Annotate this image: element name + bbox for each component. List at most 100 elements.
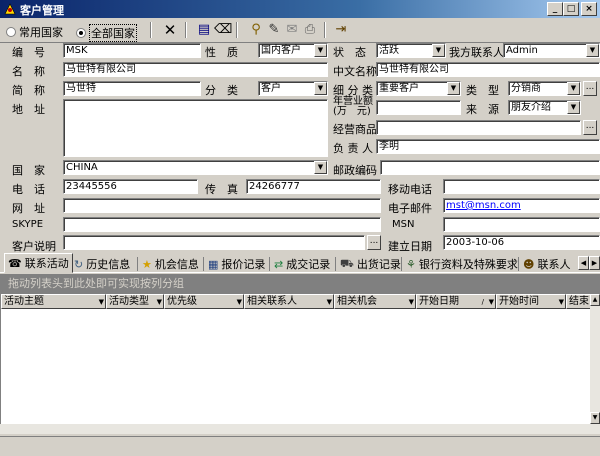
scroll-up-button[interactable]: ▲ — [590, 294, 600, 306]
category-value: 客户 — [261, 83, 281, 94]
short-name-field[interactable]: 马世特 — [63, 81, 201, 96]
created-date-field[interactable]: 2003-10-06 — [443, 235, 600, 250]
msn-field[interactable] — [443, 217, 600, 232]
col-related-opportunity[interactable]: 相关机会 ▼ — [334, 294, 416, 309]
tab-separator — [137, 257, 138, 271]
chevron-down-icon[interactable]: ▼ — [567, 82, 580, 95]
chevron-down-icon[interactable]: ▼ — [314, 161, 327, 174]
exit-icon[interactable]: ⇥ — [333, 22, 349, 38]
type-select[interactable]: 分销商 ▼ — [508, 81, 581, 96]
title-bar: 客户管理 _ □ × — [0, 0, 600, 18]
source-select[interactable]: 朋友介绍 ▼ — [508, 100, 581, 115]
name-field[interactable]: 马世特有限公司 — [63, 62, 328, 77]
category-select[interactable]: 客户 ▼ — [258, 81, 328, 96]
tab-separator — [518, 257, 519, 271]
chevron-down-icon[interactable]: ▼ — [447, 82, 460, 95]
maximize-button[interactable]: □ — [563, 2, 579, 16]
col-start-time[interactable]: 开始时间 ▼ — [496, 294, 566, 309]
products-more-button[interactable]: ... — [583, 120, 597, 135]
col-end-date[interactable]: 结束日期 — [566, 294, 591, 309]
tab-contact-activity[interactable]: ☎ 联系活动 — [4, 253, 73, 273]
col-priority[interactable]: 优先级 ▼ — [164, 294, 244, 309]
close-button[interactable]: × — [581, 2, 597, 16]
description-more-button[interactable]: ... — [367, 235, 381, 250]
radio-common-countries[interactable]: 常用国家 — [6, 24, 63, 40]
tab-opportunity[interactable]: ★ 机会信息 — [142, 255, 199, 273]
tab-shipping[interactable]: ⛟ 出货记录 — [340, 255, 401, 273]
grid-vertical-scrollbar[interactable]: ▲ ▼ — [590, 294, 600, 434]
scroll-down-button[interactable]: ▼ — [590, 412, 600, 424]
tab-quotation[interactable]: ▦ 报价记录 — [208, 255, 265, 273]
radio-all-label: 全部国家 — [89, 24, 137, 42]
edit-pen-icon[interactable]: ✎ — [266, 22, 282, 38]
toolbar-separator — [236, 22, 238, 38]
mail-icon[interactable]: ✉ — [284, 22, 300, 38]
phone-label: 电 话 — [12, 183, 45, 196]
owner-field[interactable]: 李明 — [376, 139, 600, 154]
activity-grid[interactable]: 活动主题 ▼ 活动类型 ▼ 优先级 ▼ 相关联系人 ▼ 相关机会 ▼ 开始日期 / ▼ 开始时… — [0, 294, 591, 424]
radio-all-countries[interactable]: 全部国家 — [76, 24, 137, 42]
chevron-down-icon[interactable]: ▼ — [327, 296, 332, 308]
postcode-field[interactable] — [380, 160, 600, 175]
print-icon[interactable]: ⎙ — [302, 22, 318, 38]
radio-common-label: 常用国家 — [19, 26, 63, 39]
truck-icon: ⛟ — [340, 256, 354, 270]
eraser-icon[interactable]: ⌫ — [214, 22, 232, 38]
chevron-down-icon[interactable]: ▼ — [237, 296, 242, 308]
address-field[interactable] — [63, 99, 328, 157]
grid-horizontal-scrollbar[interactable] — [0, 424, 590, 434]
status-select[interactable]: 活跃 ▼ — [376, 43, 446, 58]
description-field[interactable] — [63, 235, 365, 250]
chevron-down-icon[interactable]: ▼ — [559, 296, 564, 308]
tab-deals[interactable]: ⇄ 成交记录 — [274, 255, 330, 273]
bank-icon: ⚘ — [406, 257, 416, 271]
col-label: 活动类型 — [109, 296, 149, 307]
fax-field[interactable]: 24266777 — [246, 179, 381, 194]
my-contact-select[interactable]: Admin ▼ — [503, 43, 600, 58]
search-icon[interactable]: ⚲ — [248, 22, 264, 38]
cn-name-field[interactable]: 马世特有限公司 — [376, 62, 600, 77]
col-start-date[interactable]: 开始日期 / ▼ — [416, 294, 496, 309]
chevron-down-icon[interactable]: ▼ — [99, 296, 104, 308]
save-exit-icon[interactable]: ▤ — [196, 22, 212, 38]
website-field[interactable] — [63, 198, 381, 213]
tab-scroll-left-button[interactable]: ◀ — [578, 256, 589, 270]
chevron-down-icon[interactable]: ▼ — [586, 44, 599, 57]
products-label: 经营商品 — [333, 123, 377, 136]
my-contact-value: Admin — [506, 45, 538, 56]
country-select[interactable]: CHINA ▼ — [63, 160, 328, 175]
col-label: 相关机会 — [337, 296, 377, 307]
tab-contacts[interactable]: ☻ 联系人 — [523, 255, 570, 273]
delete-icon[interactable]: ✕ — [162, 22, 178, 38]
col-activity-type[interactable]: 活动类型 ▼ — [106, 294, 164, 309]
nature-select[interactable]: 国内客户 ▼ — [258, 43, 328, 58]
chevron-down-icon[interactable]: ▼ — [567, 101, 580, 114]
revenue-field[interactable] — [376, 100, 461, 115]
chevron-down-icon[interactable]: ▼ — [432, 44, 445, 57]
type-more-button[interactable]: ... — [583, 81, 597, 96]
skype-label: SKYPE — [12, 219, 44, 230]
col-related-contact[interactable]: 相关联系人 ▼ — [244, 294, 334, 309]
code-field[interactable]: MSK — [63, 43, 201, 58]
email-link[interactable]: mst@msn.com — [446, 200, 521, 211]
minimize-button[interactable]: _ — [547, 2, 563, 16]
msn-label: MSN — [392, 219, 415, 230]
phone-field[interactable]: 23445556 — [63, 179, 198, 194]
chevron-down-icon[interactable]: ▼ — [409, 296, 414, 308]
chevron-down-icon[interactable]: ▼ — [157, 296, 162, 308]
chevron-down-icon[interactable]: ▼ — [489, 296, 494, 308]
tab-history[interactable]: ↻ 历史信息 — [74, 255, 130, 273]
tab-bank-info[interactable]: ⚘ 银行资料及特殊要求 — [406, 255, 518, 273]
sub-category-select[interactable]: 重要客户 ▼ — [376, 81, 461, 96]
revenue-label-line2: (万 元) — [333, 106, 371, 117]
group-by-panel[interactable]: 拖动列表头到此处即可实现按列分组 — [0, 274, 600, 294]
col-activity-subject[interactable]: 活动主题 ▼ — [1, 294, 106, 309]
tab-label: 联系活动 — [24, 257, 69, 270]
skype-field[interactable] — [63, 217, 381, 232]
chevron-down-icon[interactable]: ▼ — [314, 44, 327, 57]
email-field[interactable]: mst@msn.com — [443, 198, 600, 213]
chevron-down-icon[interactable]: ▼ — [314, 82, 327, 95]
tab-scroll-right-button[interactable]: ▶ — [589, 256, 600, 270]
mobile-field[interactable] — [443, 179, 600, 194]
products-field[interactable] — [376, 120, 581, 135]
